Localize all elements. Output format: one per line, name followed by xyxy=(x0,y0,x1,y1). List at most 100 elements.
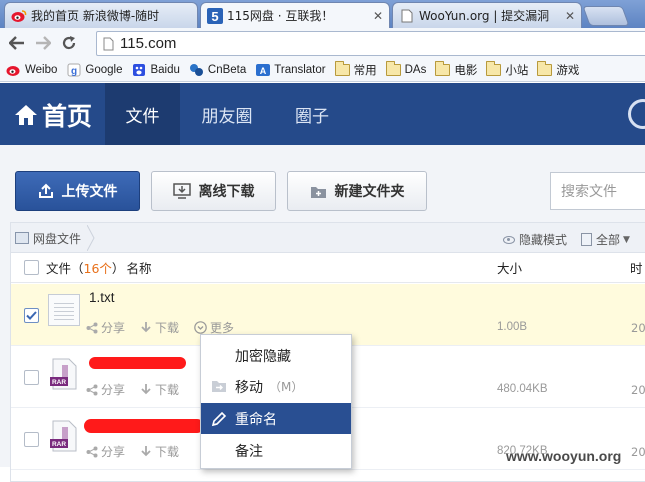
115-icon: 5 xyxy=(207,7,223,24)
back-arrow-icon xyxy=(9,36,24,50)
download-button[interactable]: 下载 xyxy=(140,381,179,398)
file-size: 1.00B xyxy=(497,321,528,333)
music-icon[interactable] xyxy=(628,99,645,129)
download-button[interactable]: 下载 xyxy=(140,443,179,460)
row-checkbox[interactable] xyxy=(24,432,39,447)
column-size[interactable]: 大小 xyxy=(497,258,522,277)
bookmark-translator[interactable]: A Translator xyxy=(255,63,326,77)
search-placeholder: 搜索文件 xyxy=(561,184,617,200)
rar-archive-icon: RAR xyxy=(50,420,77,452)
redaction-mark xyxy=(89,357,186,369)
bookmark-label: Translator xyxy=(274,63,326,76)
folder-move-icon xyxy=(212,381,226,392)
cnbeta-icon xyxy=(189,63,203,76)
forward-arrow-icon xyxy=(36,36,51,50)
bookmarks-bar: Weibo g Google Baidu CnBeta A Translator… xyxy=(0,58,645,82)
share-label: 分享 xyxy=(101,445,126,459)
close-tab-icon[interactable]: ✕ xyxy=(565,9,575,23)
tab-title: 我的首页 新浪微博-随时 xyxy=(31,9,160,23)
chevron-down-icon: ▼ xyxy=(623,234,630,245)
weibo-icon xyxy=(11,8,27,24)
disk-icon xyxy=(15,232,29,244)
filter-dropdown[interactable]: 全部 xyxy=(596,231,620,248)
select-all-checkbox[interactable] xyxy=(24,260,39,275)
tab-title: WooYun.org | 提交漏洞 xyxy=(419,9,550,23)
share-button[interactable]: 分享 xyxy=(86,319,125,336)
download-icon xyxy=(141,445,151,456)
bookmark-weibo[interactable]: Weibo xyxy=(6,63,57,77)
breadcrumb-label: 网盘文件 xyxy=(33,231,82,246)
bookmark-baidu[interactable]: Baidu xyxy=(131,63,180,77)
tab-label: 朋友圈 xyxy=(201,106,253,127)
share-button[interactable]: 分享 xyxy=(86,381,125,398)
share-button[interactable]: 分享 xyxy=(86,443,125,460)
close-tab-icon[interactable]: ✕ xyxy=(373,9,383,23)
menu-item-move[interactable]: 移动 （M） xyxy=(201,371,351,402)
bookmark-label: CnBeta xyxy=(207,63,247,76)
view-options: 隐藏模式 全部 ▼ xyxy=(503,231,630,248)
svg-text:g: g xyxy=(71,66,77,77)
bookmark-google[interactable]: g Google xyxy=(66,63,122,77)
bookmark-folder[interactable]: 电影 xyxy=(435,60,478,78)
hidden-mode-toggle[interactable]: 隐藏模式 xyxy=(519,231,567,248)
bookmark-label: 电影 xyxy=(454,64,478,77)
url-text: 115.com xyxy=(120,35,177,52)
breadcrumb-root[interactable]: 网盘文件 xyxy=(15,225,95,251)
tab-friends[interactable]: 朋友圈 xyxy=(186,83,268,145)
offline-download-button[interactable]: 离线下载 xyxy=(151,171,276,211)
file-type-icon xyxy=(581,233,593,246)
bookmark-cnbeta[interactable]: CnBeta xyxy=(189,63,246,77)
google-icon: g xyxy=(67,63,81,77)
tab-files[interactable]: 文件 xyxy=(105,83,180,145)
more-context-menu: 加密隐藏 移动 （M） 重命名 备注 xyxy=(200,334,352,469)
breadcrumb-bar: 网盘文件 隐藏模式 全部 ▼ xyxy=(11,223,645,253)
upload-label: 上传文件 xyxy=(61,184,118,200)
share-icon xyxy=(86,384,98,395)
bookmark-folder[interactable]: 游戏 xyxy=(537,60,579,78)
new-folder-label: 新建文件夹 xyxy=(334,184,405,200)
more-circle-icon xyxy=(194,321,207,334)
new-folder-button[interactable]: 新建文件夹 xyxy=(287,171,427,211)
file-time: 20 xyxy=(631,383,645,397)
bookmark-folder[interactable]: 常用 xyxy=(334,60,377,78)
forward-button[interactable] xyxy=(30,30,56,56)
download-label: 下载 xyxy=(155,321,180,335)
column-time[interactable]: 时 xyxy=(630,258,643,277)
address-bar[interactable]: 115.com xyxy=(96,31,645,56)
search-input[interactable]: 搜索文件 xyxy=(550,172,645,210)
app-header: 首页 文件 朋友圈 圈子 xyxy=(0,83,645,145)
new-tab-button[interactable] xyxy=(582,6,630,26)
redaction-mark xyxy=(84,419,204,433)
bookmark-folder[interactable]: 小站 xyxy=(486,60,528,78)
page-icon xyxy=(399,8,415,24)
file-size: 480.04KB xyxy=(497,383,548,395)
file-name[interactable]: 1.txt xyxy=(89,290,115,305)
back-button[interactable] xyxy=(4,30,30,56)
tab-circles[interactable]: 圈子 xyxy=(276,83,348,145)
upload-button[interactable]: 上传文件 xyxy=(15,171,140,211)
files-count-suffix: ） xyxy=(111,261,125,276)
menu-item-label: 加密隐藏 xyxy=(235,348,291,365)
column-header: 文件（ 16个） 名称 大小 时 xyxy=(11,253,645,283)
menu-item-label: 重命名 xyxy=(235,411,277,428)
menu-item-encrypt-hide[interactable]: 加密隐藏 xyxy=(201,340,351,371)
svg-text:A: A xyxy=(260,66,267,76)
tab-title: 115网盘 · 互联我！ xyxy=(227,9,334,23)
tab-label: 圈子 xyxy=(295,106,329,127)
bookmark-folder[interactable]: DAs xyxy=(385,60,426,76)
share-label: 分享 xyxy=(101,383,126,397)
menu-item-note[interactable]: 备注 xyxy=(201,435,351,466)
translator-icon: A xyxy=(256,63,271,76)
menu-item-rename[interactable]: 重命名 xyxy=(201,403,351,434)
reload-button[interactable] xyxy=(56,30,82,56)
tab-weibo[interactable]: 我的首页 新浪微博-随时 xyxy=(4,2,198,28)
row-checkbox[interactable] xyxy=(24,370,39,385)
tab-wooyun[interactable]: WooYun.org | 提交漏洞 ✕ xyxy=(392,2,582,28)
column-name[interactable]: 名称 xyxy=(126,258,151,277)
offline-download-label: 离线下载 xyxy=(198,184,255,200)
tab-115[interactable]: 5 115网盘 · 互联我！ ✕ xyxy=(200,2,390,28)
row-checkbox[interactable] xyxy=(24,308,39,323)
bookmark-label: Google xyxy=(85,63,123,76)
download-button[interactable]: 下载 xyxy=(140,319,179,336)
home-link[interactable]: 首页 xyxy=(14,97,92,133)
